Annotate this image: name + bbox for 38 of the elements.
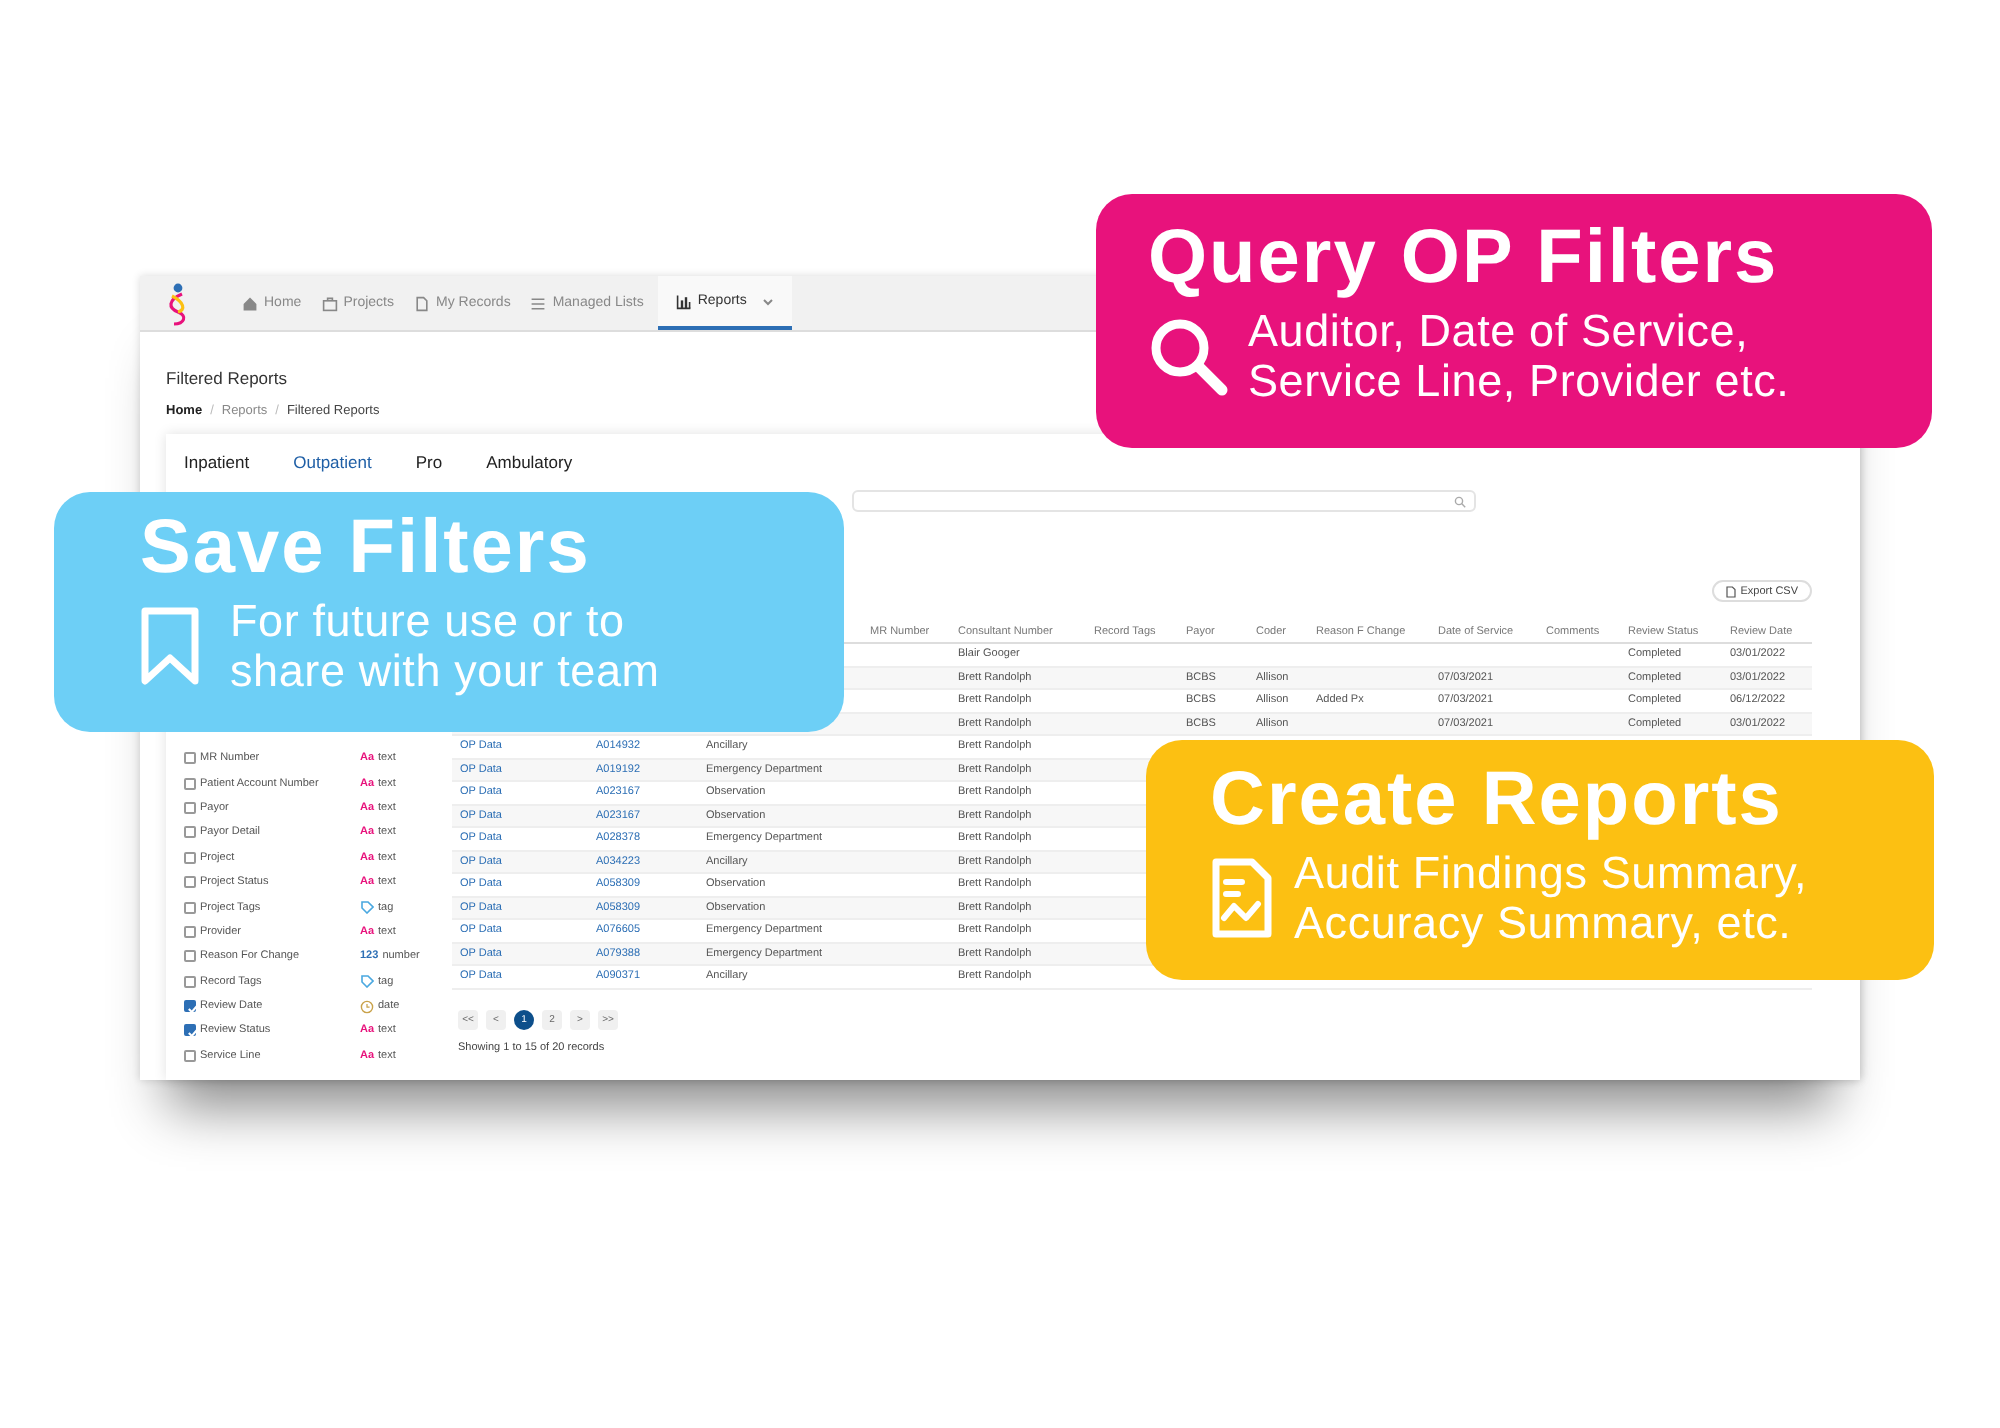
tag-icon: [360, 974, 374, 989]
file-icon: [1726, 585, 1737, 597]
callout-title: Create Reports: [1210, 756, 1785, 844]
checkbox[interactable]: [184, 851, 196, 864]
bookmark-icon: [140, 606, 200, 686]
document-icon: [413, 295, 430, 311]
checkbox[interactable]: [184, 1024, 196, 1037]
clock-icon: [360, 999, 374, 1014]
checkbox[interactable]: [184, 950, 196, 963]
checkbox[interactable]: [184, 752, 196, 765]
checkbox[interactable]: [184, 826, 196, 839]
callout-title: Save Filters: [140, 504, 593, 592]
list-icon: [530, 295, 547, 311]
briefcase-icon: [321, 295, 338, 311]
checkbox[interactable]: [184, 1049, 196, 1062]
tab[interactable]: Ambulatory: [486, 452, 573, 472]
tab[interactable]: Inpatient: [184, 452, 250, 472]
callout-text: For future use or to share with your team: [230, 596, 660, 696]
checkbox[interactable]: [184, 901, 196, 914]
bar-chart-icon: [675, 293, 692, 309]
home-icon: [242, 295, 258, 311]
page-title: Filtered Reports: [166, 368, 287, 388]
checkbox[interactable]: [184, 975, 196, 988]
tag-icon: [360, 900, 374, 915]
tab[interactable]: Outpatient: [293, 452, 372, 472]
callout-text: Auditor, Date of Service, Service Line, Provider etc.: [1248, 306, 1790, 406]
checkbox[interactable]: [184, 1000, 196, 1013]
checkbox[interactable]: [184, 876, 196, 889]
search-icon: [1454, 495, 1466, 507]
tab[interactable]: Pro: [415, 452, 443, 472]
report-document-icon: [1210, 856, 1274, 940]
search-icon: [1148, 316, 1228, 396]
callout-text: Audit Findings Summary, Accuracy Summary, etc.: [1294, 848, 1808, 948]
search-field[interactable]: [852, 490, 1476, 512]
checkbox[interactable]: [184, 925, 196, 938]
callout-title: Query OP Filters: [1148, 214, 1781, 302]
checkbox[interactable]: [184, 777, 196, 790]
checkbox[interactable]: [184, 801, 196, 814]
